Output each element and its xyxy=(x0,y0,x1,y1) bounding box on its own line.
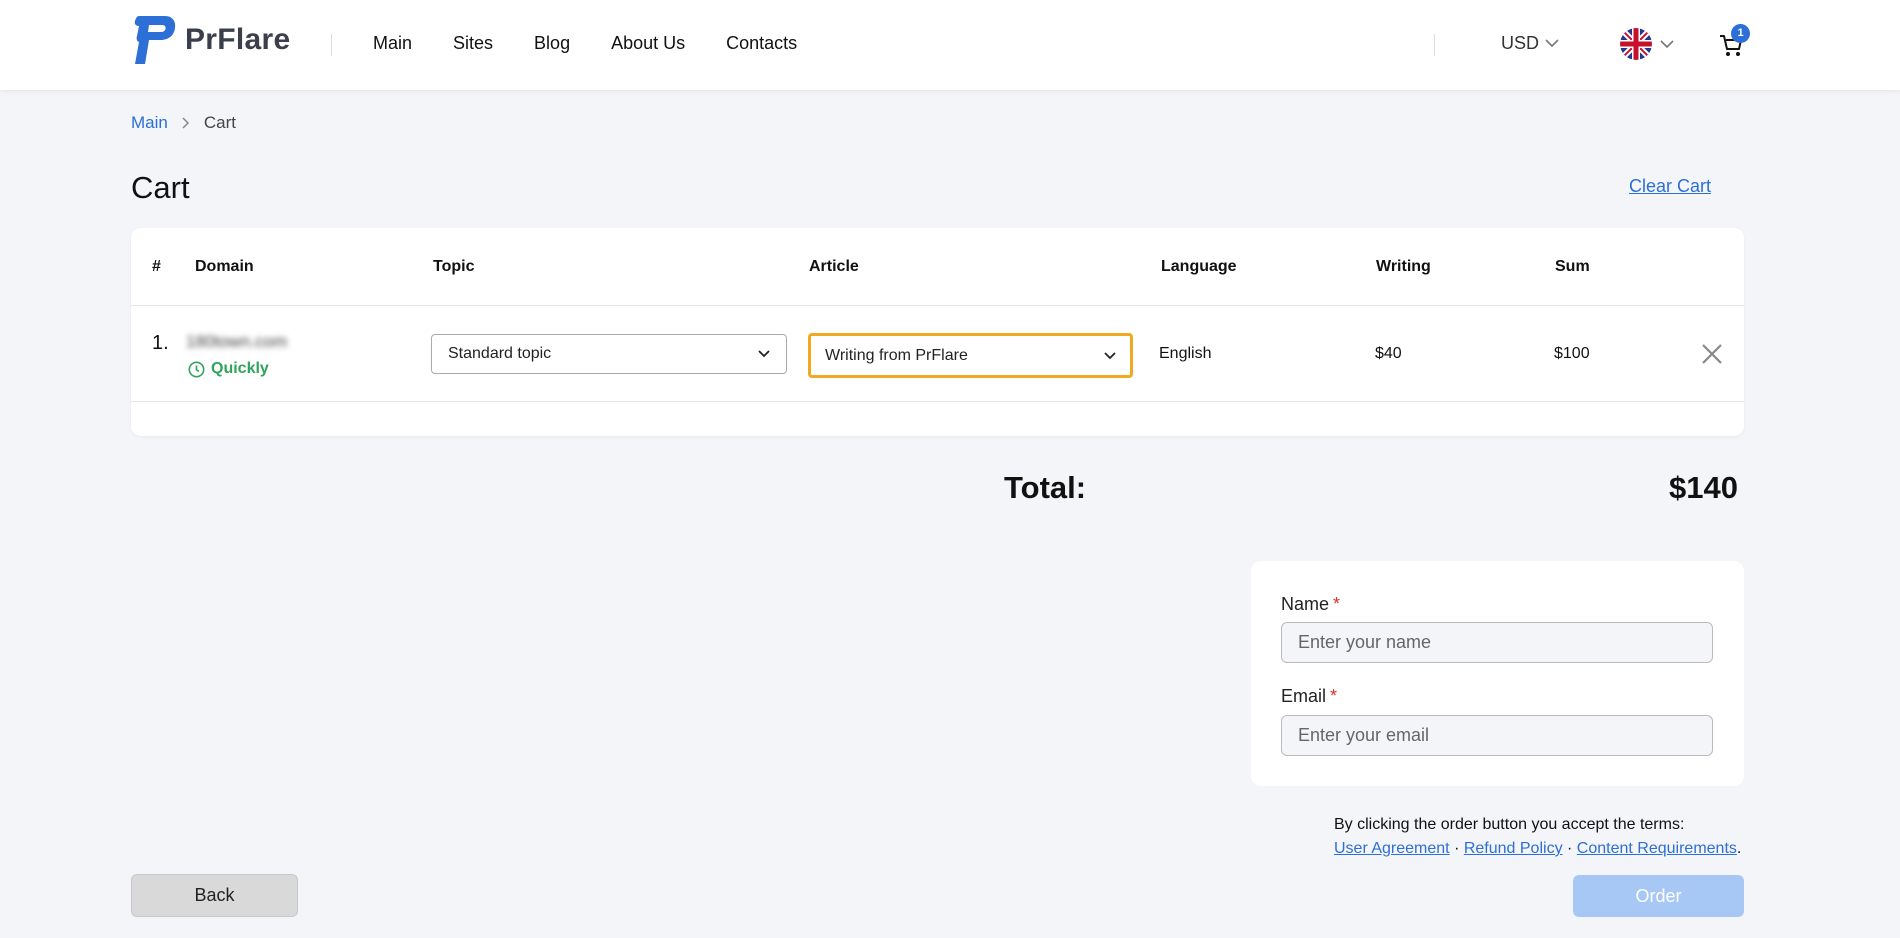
content-requirements-link[interactable]: Content Requirements xyxy=(1577,840,1737,857)
column-header-num: # xyxy=(152,258,161,275)
required-mark: * xyxy=(1330,686,1338,706)
breadcrumb: Main Cart xyxy=(131,113,236,133)
site-header: PrFlare Main Sites Blog About Us Contact… xyxy=(0,0,1900,90)
terms-text: By clicking the order button you accept … xyxy=(1334,816,1685,833)
topic-select[interactable]: Standard topic xyxy=(431,334,787,374)
column-header-article: Article xyxy=(809,258,859,275)
header-divider-right xyxy=(1434,34,1435,56)
row-number: 1. xyxy=(152,332,169,354)
currency-selector[interactable]: USD xyxy=(1501,33,1559,54)
column-header-writing: Writing xyxy=(1376,258,1431,275)
chevron-down-icon xyxy=(1545,39,1559,48)
article-select-value: Writing from PrFlare xyxy=(825,346,968,364)
column-header-topic: Topic xyxy=(433,258,475,275)
email-label: Email * xyxy=(1281,686,1338,706)
chevron-right-icon xyxy=(182,117,189,129)
refund-policy-link[interactable]: Refund Policy xyxy=(1464,840,1563,857)
nav-blog[interactable]: Blog xyxy=(534,33,570,54)
cart-table: # Domain Topic Article Language Writing … xyxy=(131,228,1744,436)
main-nav: Main Sites Blog About Us Contacts xyxy=(373,33,838,54)
row-divider xyxy=(131,401,1744,402)
column-header-language: Language xyxy=(1161,258,1237,275)
cart-count-badge: 1 xyxy=(1731,24,1750,43)
header-divider xyxy=(331,34,332,56)
terms-notice: By clicking the order button you accept … xyxy=(1334,813,1754,861)
column-header-sum: Sum xyxy=(1555,258,1590,275)
row-sum: $100 xyxy=(1554,345,1590,362)
order-form: Name* Email* xyxy=(1251,561,1744,786)
user-agreement-link[interactable]: User Agreement xyxy=(1334,840,1450,857)
chevron-down-icon xyxy=(1660,39,1674,48)
name-input[interactable] xyxy=(1281,622,1713,663)
clock-icon xyxy=(188,361,205,377)
topic-select-value: Standard topic xyxy=(448,345,552,362)
logo-text: PrFlare xyxy=(185,23,291,56)
writing-price: $40 xyxy=(1375,345,1402,362)
speed-badge: Quickly xyxy=(188,360,269,378)
logo[interactable]: PrFlare xyxy=(131,14,291,66)
language-value: English xyxy=(1159,345,1212,362)
speed-label: Quickly xyxy=(211,360,269,377)
page-title: Cart xyxy=(131,170,190,205)
total-label: Total: xyxy=(1004,470,1087,505)
required-mark: * xyxy=(1333,594,1341,614)
chevron-down-icon xyxy=(758,350,770,358)
breadcrumb-main-link[interactable]: Main xyxy=(131,113,168,133)
prflare-logo-icon xyxy=(134,16,176,64)
email-input[interactable] xyxy=(1281,715,1713,756)
chevron-down-icon xyxy=(1104,351,1116,359)
header-divider xyxy=(131,305,1744,306)
back-button[interactable]: Back xyxy=(131,874,298,917)
language-selector[interactable] xyxy=(1620,28,1674,60)
column-header-domain: Domain xyxy=(195,258,254,275)
clear-cart-link[interactable]: Clear Cart xyxy=(1629,176,1711,197)
uk-flag-icon xyxy=(1620,28,1652,60)
currency-label: USD xyxy=(1501,33,1540,53)
order-button[interactable]: Order xyxy=(1573,875,1744,917)
close-icon[interactable] xyxy=(1701,343,1723,365)
domain-name[interactable]: 180town.com xyxy=(186,332,326,354)
name-label: Name * xyxy=(1281,594,1341,614)
nav-contacts[interactable]: Contacts xyxy=(726,33,797,54)
total-value: $140 xyxy=(1669,470,1738,505)
article-select[interactable]: Writing from PrFlare xyxy=(808,333,1133,378)
nav-about-us[interactable]: About Us xyxy=(611,33,685,54)
breadcrumb-current: Cart xyxy=(203,113,236,132)
nav-sites[interactable]: Sites xyxy=(453,33,493,54)
nav-main[interactable]: Main xyxy=(373,33,412,54)
